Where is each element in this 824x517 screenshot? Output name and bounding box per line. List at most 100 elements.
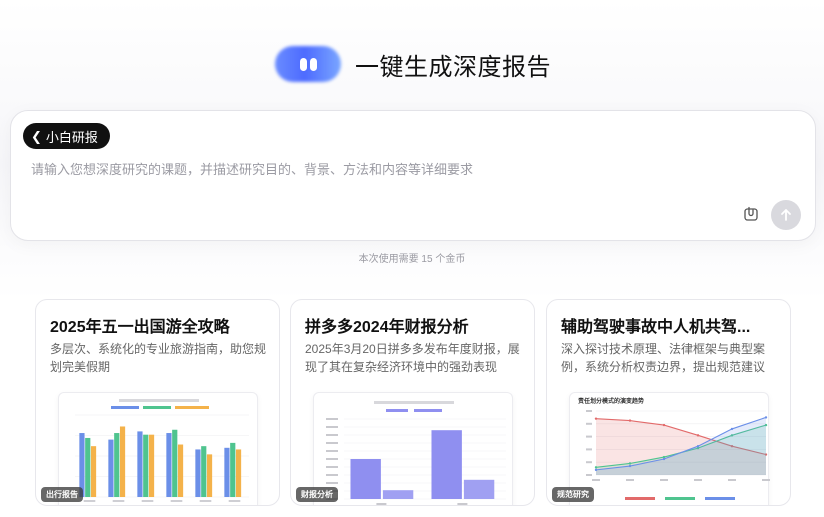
bar <box>201 446 207 497</box>
data-point <box>730 427 734 431</box>
y-tick-label <box>586 474 592 476</box>
bar <box>230 442 236 497</box>
thumbnail-chart-1 <box>75 399 249 502</box>
bar <box>195 449 201 497</box>
y-tick-label <box>586 448 592 451</box>
chevron-left-icon: ❮ <box>31 128 42 144</box>
example-card-earnings[interactable]: 拼多多2024年财报分析 2025年3月20日拼多多发布年度财报，展现了其在复杂… <box>290 299 535 506</box>
bar <box>166 433 172 497</box>
y-tick-label <box>586 461 592 464</box>
y-tick-label <box>586 422 592 425</box>
card-title: 2025年五一出国游全攻略 <box>50 319 230 336</box>
app-logo-icon <box>273 40 343 88</box>
data-point <box>628 419 632 422</box>
bar <box>119 426 126 497</box>
attachment-icon[interactable] <box>743 206 759 222</box>
bar <box>85 437 91 497</box>
prompt-input-card[interactable]: ❮ 小白研报 请输入您想深度研究的课题，并描述研究目的、背景、方法和内容等详细要… <box>10 110 816 241</box>
thumb-legend <box>705 497 735 500</box>
x-tick-label <box>762 479 770 481</box>
bar <box>224 447 230 497</box>
bar <box>350 459 381 499</box>
card-tag: 规范研究 <box>552 487 594 502</box>
y-tick-label <box>326 442 338 444</box>
y-tick-label <box>326 458 338 460</box>
card-description: 2025年3月20日拼多多发布年度财报，展现了其在复杂经济环境中的强劲表现 <box>305 342 520 374</box>
bar <box>143 434 149 497</box>
page-header: 一键生成深度报告 <box>0 38 824 90</box>
card-description: 深入探讨技术原理、法律框架与典型案例，系统分析权责边界，提出规范建议 <box>561 342 766 374</box>
thumb-legend <box>665 497 695 500</box>
data-point <box>764 416 768 419</box>
card-tag: 财报分析 <box>296 487 338 502</box>
data-point <box>594 466 598 469</box>
x-tick-label <box>112 500 125 502</box>
data-point <box>662 423 666 427</box>
x-tick-label <box>626 479 634 481</box>
cost-note: 本次使用需要 15 个金币 <box>358 254 466 265</box>
mode-label: 小白研报 <box>45 129 98 145</box>
card-thumbnail <box>313 392 513 505</box>
x-tick-label <box>376 503 387 505</box>
thumb-legend <box>625 497 655 500</box>
example-card-travel[interactable]: 2025年五一出国游全攻略 多层次、系统化的专业旅游指南，助您规划完美假期 出行… <box>35 299 280 506</box>
thumb-chart-title: 责任划分模式的演变趋势 <box>578 397 644 405</box>
y-tick-label <box>326 426 338 428</box>
thumb-legend <box>175 406 209 409</box>
x-tick-label <box>199 500 212 502</box>
data-point <box>662 457 666 461</box>
bar <box>108 439 114 497</box>
bar <box>148 434 155 497</box>
thumb-chart-title <box>374 401 454 404</box>
x-tick-label <box>170 500 183 502</box>
x-tick-label <box>694 479 702 481</box>
y-tick-label <box>326 474 338 476</box>
x-tick-label <box>592 479 600 481</box>
bar <box>206 454 213 497</box>
x-tick-label <box>228 500 241 502</box>
data-point <box>696 434 700 437</box>
thumb-legend <box>143 406 171 409</box>
y-tick-label <box>326 434 338 436</box>
y-tick-label <box>586 410 592 412</box>
bar <box>463 479 495 499</box>
y-tick-label <box>326 418 338 420</box>
x-tick-label <box>83 500 96 502</box>
example-card-driving[interactable]: 辅助驾驶事故中人机共驾... 深入探讨技术原理、法律框架与典型案例，系统分析权责… <box>546 299 791 506</box>
y-tick-label <box>326 450 338 452</box>
bar <box>382 490 414 499</box>
x-tick-label <box>728 479 736 481</box>
x-tick-label <box>660 479 668 481</box>
thumb-legend <box>111 406 139 409</box>
thumbnail-chart-3: 责任划分模式的演变趋势 <box>578 397 770 500</box>
data-point <box>628 462 632 465</box>
send-button[interactable] <box>771 200 801 230</box>
y-tick-label <box>326 482 338 484</box>
bar <box>177 444 184 497</box>
card-title: 拼多多2024年财报分析 <box>305 319 469 336</box>
prompt-input[interactable]: 请输入您想深度研究的课题，并描述研究目的、背景、方法和内容等详细要求 <box>31 159 791 178</box>
card-thumbnail: 责任划分模式的演变趋势 <box>569 392 770 505</box>
y-tick-label <box>586 435 592 438</box>
thumb-chart-title <box>119 399 199 402</box>
thumb-legend <box>414 409 442 412</box>
thumb-legend <box>386 409 408 412</box>
bar <box>235 449 242 497</box>
page-title: 一键生成深度报告 <box>355 53 551 81</box>
thumbnail-chart-2 <box>326 401 506 505</box>
data-point <box>628 464 632 468</box>
data-point <box>696 445 700 448</box>
card-tag: 出行报告 <box>41 487 83 502</box>
card-thumbnail <box>58 392 258 505</box>
data-point <box>594 417 598 420</box>
x-tick-label <box>457 503 468 505</box>
card-title: 辅助驾驶事故中人机共驾... <box>561 319 751 336</box>
bar <box>90 446 97 497</box>
card-description: 多层次、系统化的专业旅游指南，助您规划完美假期 <box>50 342 267 374</box>
bar <box>114 433 120 497</box>
mode-back-button[interactable]: ❮ 小白研报 <box>23 123 110 149</box>
y-tick-label <box>326 466 338 468</box>
bar <box>431 430 462 499</box>
bar <box>137 431 143 497</box>
arrow-up-icon <box>781 209 791 221</box>
